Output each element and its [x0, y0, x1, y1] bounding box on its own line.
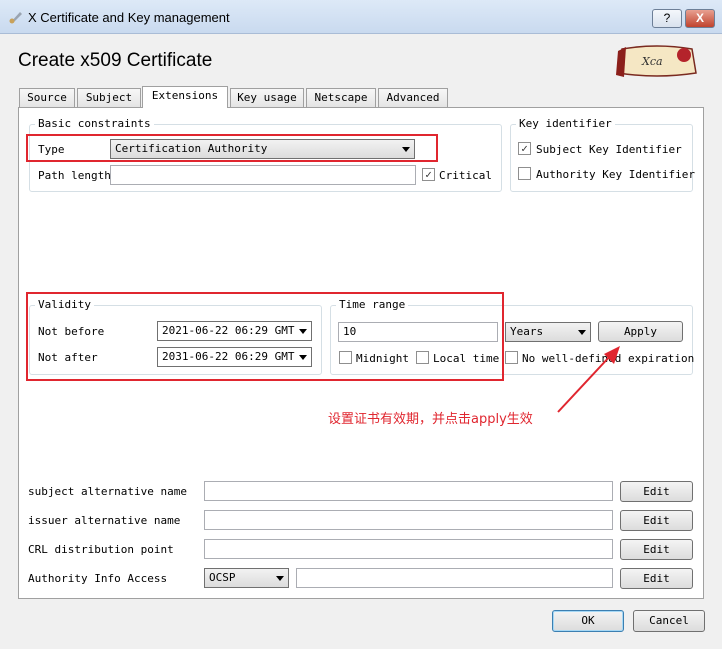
tab-key-usage[interactable]: Key usage [230, 88, 304, 107]
close-button[interactable]: X [685, 9, 715, 28]
window-title: X Certificate and Key management [28, 10, 230, 25]
type-select-value: Certification Authority [115, 142, 268, 155]
chevron-down-icon [578, 330, 586, 335]
svg-text:Xca: Xca [641, 55, 663, 68]
tab-netscape[interactable]: Netscape [306, 88, 376, 107]
chevron-down-icon [276, 576, 284, 581]
critical-label: Critical [439, 169, 492, 182]
aia-method-value: OCSP [209, 571, 236, 584]
key-identifier-title: Key identifier [516, 117, 615, 130]
tab-source[interactable]: Source [19, 88, 75, 107]
apply-button[interactable]: Apply [598, 321, 683, 342]
aia-input[interactable] [296, 568, 613, 588]
ok-button[interactable]: OK [552, 610, 624, 632]
subject-key-identifier-checkbox[interactable]: ✓ [518, 142, 531, 155]
crl-input[interactable] [204, 539, 613, 559]
crl-label: CRL distribution point [28, 543, 174, 556]
critical-checkbox[interactable]: ✓ [422, 168, 435, 181]
page-title: Create x509 Certificate [18, 50, 213, 71]
annotation-text: 设置证书有效期，并点击apply生效 [328, 412, 533, 427]
help-button[interactable]: ? [652, 9, 682, 28]
ian-edit-button[interactable]: Edit [620, 510, 693, 531]
crl-edit-button[interactable]: Edit [620, 539, 693, 560]
subject-key-identifier-label: Subject Key Identifier [536, 143, 682, 156]
path-length-label: Path length [38, 169, 111, 182]
basic-constraints-title: Basic constraints [35, 117, 154, 130]
time-range-unit-select[interactable]: Years [505, 322, 591, 342]
path-length-input[interactable] [110, 165, 416, 185]
app-icon [9, 12, 22, 24]
san-input[interactable] [204, 481, 613, 501]
san-label: subject alternative name [28, 485, 187, 498]
aia-label: Authority Info Access [28, 572, 168, 585]
tab-subject[interactable]: Subject [77, 88, 141, 107]
title-bar: X Certificate and Key management ? X [0, 0, 722, 34]
authority-key-identifier-checkbox[interactable] [518, 167, 531, 180]
ian-input[interactable] [204, 510, 613, 530]
authority-key-identifier-label: Authority Key Identifier [536, 168, 695, 181]
chevron-down-icon [402, 147, 410, 152]
annotation-arrow [557, 346, 620, 413]
san-edit-button[interactable]: Edit [620, 481, 693, 502]
tab-extensions[interactable]: Extensions [142, 86, 228, 108]
aia-edit-button[interactable]: Edit [620, 568, 693, 589]
type-select[interactable]: Certification Authority [110, 139, 415, 159]
tab-advanced[interactable]: Advanced [378, 88, 448, 107]
time-range-unit-value: Years [510, 325, 544, 338]
cancel-button[interactable]: Cancel [633, 610, 705, 632]
key-identifier-group [510, 124, 693, 192]
no-expiration-checkbox[interactable] [505, 351, 518, 364]
xca-logo: Xca [616, 45, 697, 77]
validity-highlight-box [26, 292, 504, 381]
ian-label: issuer alternative name [28, 514, 181, 527]
aia-method-select[interactable]: OCSP [204, 568, 289, 588]
type-label: Type [38, 143, 65, 156]
